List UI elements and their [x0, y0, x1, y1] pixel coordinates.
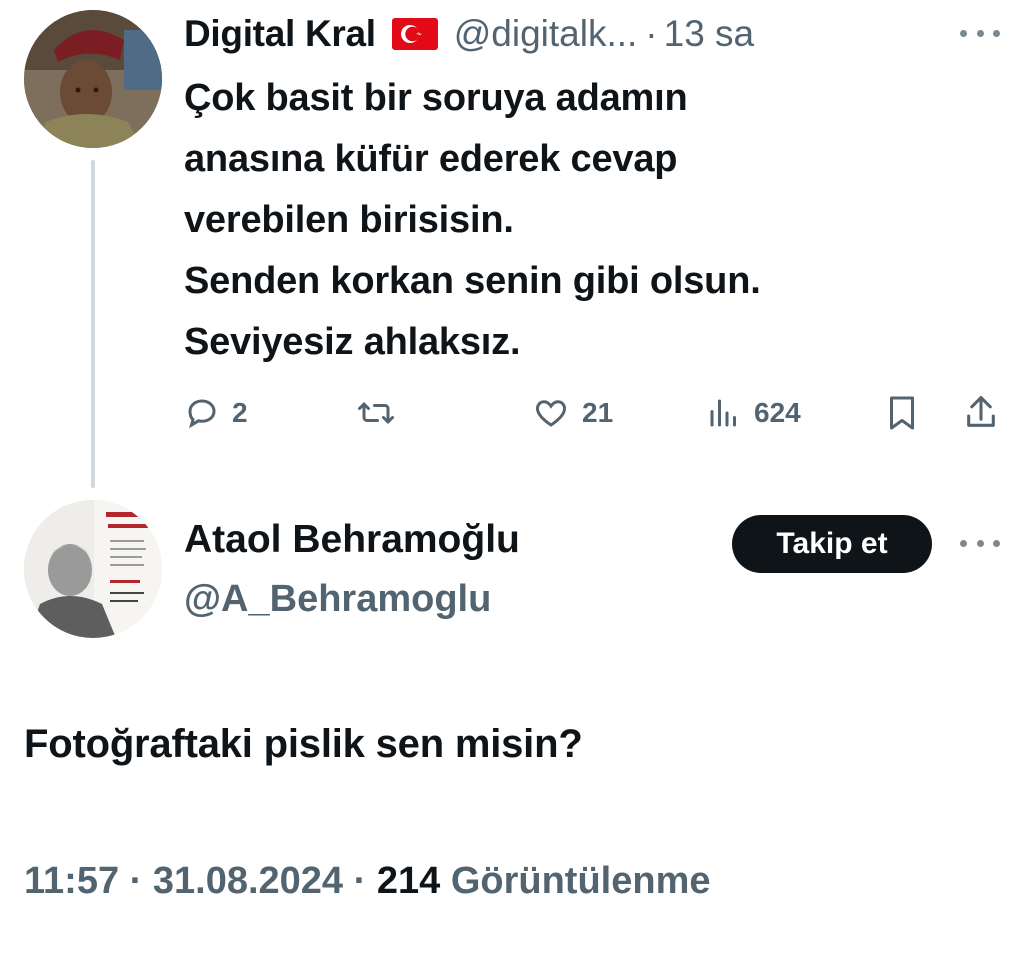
separator-dot: · [129, 860, 143, 902]
post-date[interactable]: 31.08.2024 [153, 860, 343, 902]
post-time[interactable]: 11:57 [24, 860, 119, 902]
views-count: 214 [376, 860, 441, 902]
display-name[interactable]: Ataol Behramoğlu [184, 518, 520, 562]
user-handle[interactable]: @A_Behramoglu [184, 578, 491, 621]
retweet-icon [358, 402, 394, 424]
analytics-icon [710, 399, 736, 427]
tweet-text: Çok basit bir soruya adamın anasına küfü… [184, 68, 984, 373]
separator-dot: · [353, 860, 367, 902]
thread-connector-line [91, 160, 95, 488]
reply-button[interactable]: 2 [184, 388, 248, 438]
tweet-meta: 11:57 · 31.08.2024 · 214 Görüntülenme [24, 860, 711, 903]
tweet-header: Digital Kral @digitalk... · 13 sa [184, 8, 1004, 60]
tweet-text-line: Seviyesiz ahlaksız. [184, 321, 521, 363]
tweet-text-line: verebilen birisisin. [184, 199, 514, 241]
like-count: 21 [582, 397, 614, 428]
views-label: Görüntülenme [450, 860, 711, 902]
tweet-thread: Digital Kral @digitalk... · 13 sa Çok ba… [0, 0, 1024, 974]
more-options-icon[interactable] [960, 26, 1000, 40]
retweet-button[interactable] [356, 388, 408, 438]
timestamp[interactable]: 13 sa [664, 13, 755, 55]
tweet-text-line: Çok basit bir soruya adamın [184, 77, 688, 119]
tweet-text-line: Senden korkan senin gibi olsun. [184, 260, 761, 302]
heart-icon [535, 400, 567, 427]
views-button[interactable]: 624 [706, 388, 801, 438]
share-icon [967, 396, 995, 427]
display-name[interactable]: Digital Kral [184, 13, 376, 55]
tweet-text-line: anasına küfür ederek cevap [184, 138, 678, 180]
avatar[interactable] [24, 500, 162, 638]
bookmark-button[interactable] [884, 388, 920, 438]
reply-icon [188, 399, 216, 429]
avatar[interactable] [24, 10, 162, 148]
views-count: 624 [754, 397, 801, 428]
turkey-flag-icon [391, 18, 438, 50]
like-button[interactable]: 21 [532, 388, 613, 438]
user-handle[interactable]: @digitalk... [454, 13, 638, 55]
more-options-icon[interactable] [960, 536, 1000, 550]
tweet-text: Fotoğraftaki pislik sen misin? [24, 722, 583, 766]
bookmark-icon [890, 396, 914, 430]
follow-button[interactable]: Takip et [732, 515, 932, 573]
separator-dot: · [645, 13, 658, 54]
share-button[interactable] [962, 388, 1000, 438]
reply-count: 2 [232, 397, 248, 428]
tweet-action-bar: 2 21 624 [184, 388, 1004, 438]
